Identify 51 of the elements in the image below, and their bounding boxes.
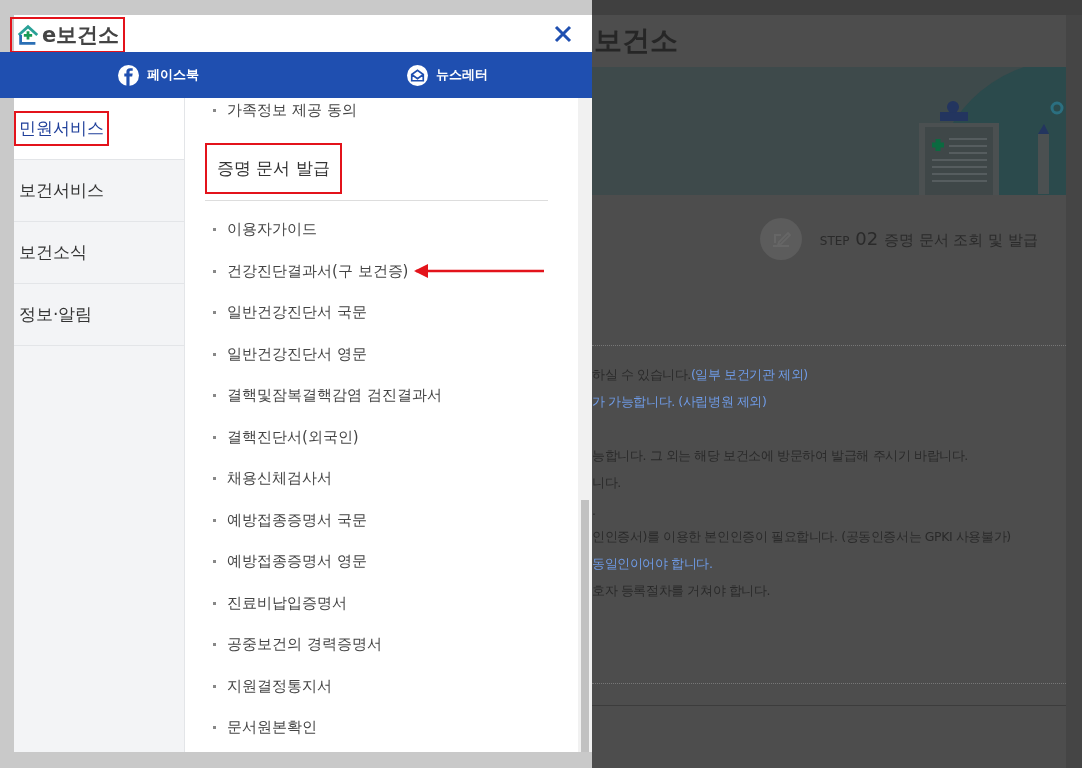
bullet-icon xyxy=(213,518,216,522)
menu-link[interactable]: 문서원본확인 xyxy=(227,718,317,738)
bullet-icon xyxy=(213,311,216,315)
menu-link[interactable]: 예방접종증명서 영문 xyxy=(227,552,367,572)
menu-link[interactable]: 진료비납입증명서 xyxy=(227,593,347,613)
highlight-frame: 민원서비스 xyxy=(14,111,109,146)
menu-link[interactable]: 결핵진단서(외국인) xyxy=(227,427,359,447)
note-text: (일부 보건기관 제외) xyxy=(690,367,808,384)
social-link[interactable]: 뉴스레터 xyxy=(303,52,592,98)
menu-category[interactable]: 보건서비스 xyxy=(14,160,184,222)
social-link[interactable]: 페이스북 xyxy=(14,52,303,98)
note-text: . xyxy=(592,503,596,518)
menu-link[interactable]: 일반건강진단서 영문 xyxy=(227,344,367,364)
bullet-icon xyxy=(213,560,216,564)
bullet-icon xyxy=(213,684,216,688)
menu-category[interactable]: 정보·알림 xyxy=(14,284,184,346)
category-label: 보건서비스 xyxy=(18,179,105,202)
bullet-icon xyxy=(213,269,216,273)
category-label: 정보·알림 xyxy=(18,303,94,326)
menu-category[interactable]: 민원서비스 xyxy=(14,98,184,160)
bullet-icon xyxy=(213,726,216,730)
menu-link[interactable]: 건강진단결과서(구 보건증) xyxy=(227,261,409,281)
note-text: 동일인이어야 합니다. xyxy=(592,556,713,573)
bullet-icon xyxy=(213,601,216,605)
house-cross-icon xyxy=(16,22,40,47)
menu-link[interactable]: 가족정보 제공 동의 xyxy=(227,100,357,120)
bullet-icon xyxy=(213,108,216,112)
menu-link[interactable]: 예방접종증명서 국문 xyxy=(227,510,367,530)
menu-category[interactable]: 보건소식 xyxy=(14,222,184,284)
menu-link[interactable]: 이용자가이드 xyxy=(227,220,317,240)
close-button[interactable] xyxy=(553,23,573,44)
menu-link[interactable]: 일반건강진단서 국문 xyxy=(227,303,367,323)
bullet-icon xyxy=(213,477,216,481)
bullet-icon xyxy=(213,435,216,439)
bullet-icon xyxy=(213,352,216,356)
facebook-icon xyxy=(118,64,139,86)
section-heading: 증명 문서 발급 xyxy=(205,143,342,194)
category-label: 보건소식 xyxy=(18,241,88,264)
note-text: 가 가능합니다. (사립병원 제외) xyxy=(592,394,767,411)
scrollbar-thumb[interactable] xyxy=(581,500,589,752)
close-icon xyxy=(554,24,572,43)
menu-link[interactable]: 결핵및잠복결핵감염 검진결과서 xyxy=(227,386,442,406)
bullet-icon xyxy=(213,394,216,398)
bullet-icon xyxy=(213,228,216,232)
scrollbar[interactable] xyxy=(578,98,592,752)
menu-link[interactable]: 공중보건의 경력증명서 xyxy=(227,635,382,655)
envelope-icon xyxy=(407,64,428,86)
menu-link[interactable]: 채용신체검사서 xyxy=(227,469,332,489)
menu-link[interactable]: 지원결정통지서 xyxy=(227,676,332,696)
bullet-icon xyxy=(213,643,216,647)
scrollbar[interactable] xyxy=(1066,15,1082,768)
